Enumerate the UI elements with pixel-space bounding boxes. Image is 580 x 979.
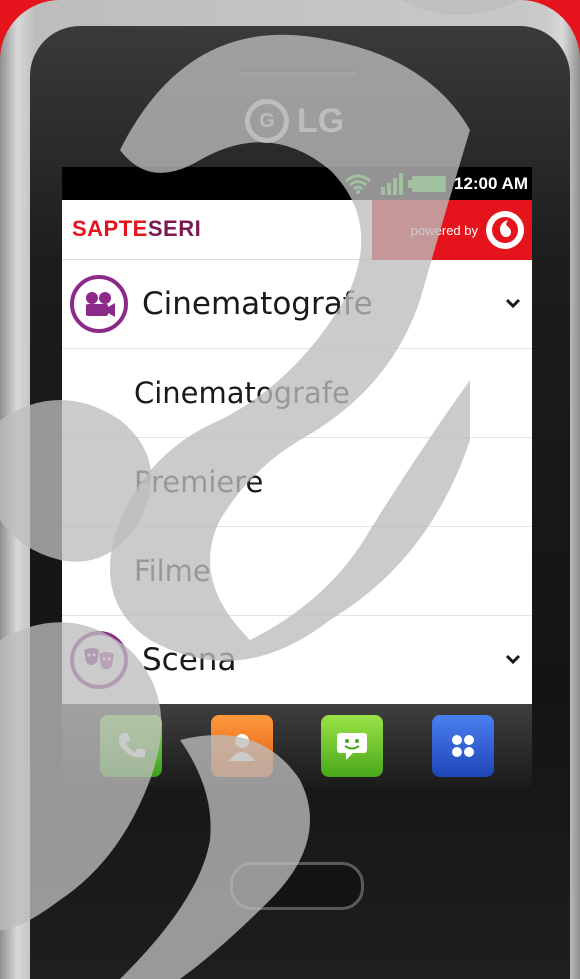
menu-item-cinematografe[interactable]: Cinematografe (62, 349, 532, 438)
film-camera-icon (70, 275, 128, 333)
category-label: Scena (142, 642, 237, 678)
vodafone-logo-icon (486, 211, 524, 249)
powered-by-text: powered by (410, 222, 478, 238)
menu-item-label: Cinematografe (134, 376, 350, 410)
earpiece (238, 70, 358, 76)
home-button[interactable] (230, 862, 364, 910)
wifi-icon (345, 174, 371, 194)
category-cinematografe[interactable]: Cinematografe (62, 260, 532, 349)
chevron-down-icon[interactable] (504, 650, 522, 668)
app-dock (62, 704, 532, 787)
device-brand: G LG (245, 96, 344, 146)
theater-masks-icon (70, 631, 128, 689)
app-header: SAPTESERI powered by (62, 200, 532, 260)
phone-app-icon[interactable] (100, 714, 163, 777)
status-clock: 12:00 AM (453, 173, 528, 193)
category-scena[interactable]: Scena (62, 616, 532, 705)
status-bar: 12:00 AM (62, 167, 532, 200)
sponsor-banner[interactable]: powered by (372, 200, 532, 260)
menu-item-premiere[interactable]: Premiere (62, 438, 532, 527)
chevron-down-icon[interactable] (504, 294, 522, 312)
phone-screen: 12:00 AM SAPTESERI powered by Cinematogr… (62, 167, 532, 787)
battery-icon (407, 175, 446, 192)
app-logo[interactable]: SAPTESERI (72, 216, 201, 242)
signal-icon (380, 172, 403, 195)
category-menu: Cinematografe Cinematografe Premiere Fil… (62, 260, 532, 705)
lg-logo-icon: G (245, 99, 289, 143)
menu-item-label: Premiere (134, 465, 264, 499)
logo-part-b: SERI (147, 216, 202, 241)
logo-part-a: SAPTE (72, 216, 148, 241)
menu-item-label: Filme (134, 554, 211, 588)
category-label: Cinematografe (142, 286, 373, 322)
brand-name: LG (297, 101, 345, 140)
messaging-app-icon[interactable] (321, 714, 384, 777)
app-drawer-icon[interactable] (431, 714, 494, 777)
menu-item-filme[interactable]: Filme (62, 527, 532, 616)
contacts-app-icon[interactable] (210, 714, 273, 777)
